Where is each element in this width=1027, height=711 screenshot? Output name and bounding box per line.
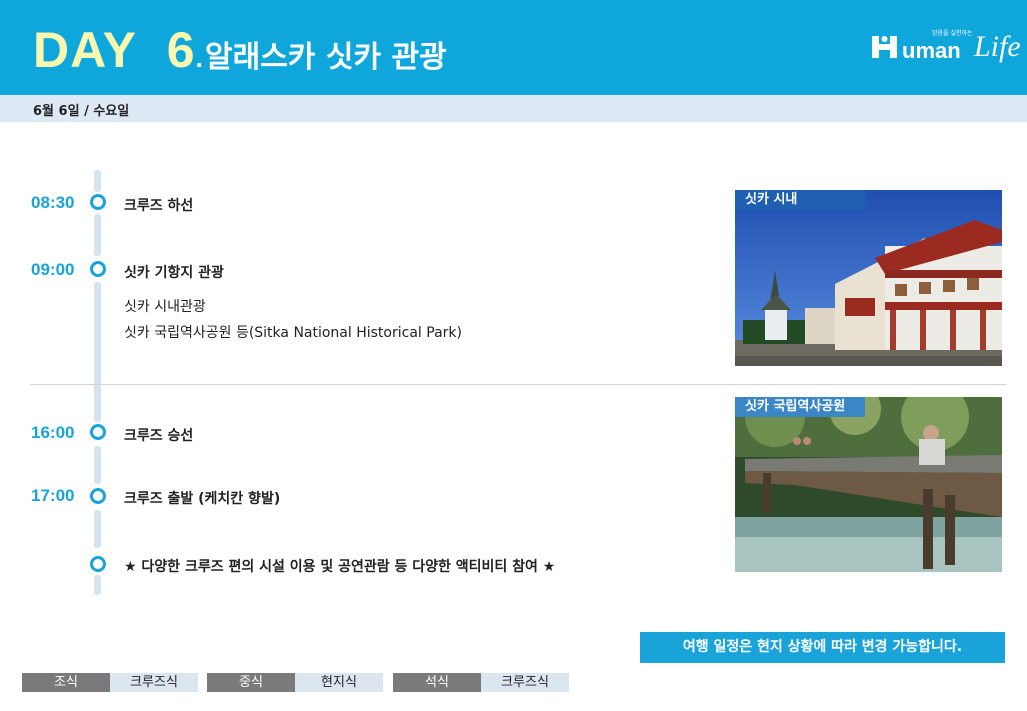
schedule-event: 크루즈 출발 (케치칸 향발): [124, 491, 281, 507]
meal-label-lunch: 중식: [207, 673, 295, 692]
timeline-dot-icon: [90, 194, 106, 210]
date-text: 6월 6일 / 수요일: [33, 104, 130, 119]
timeline-dot-icon: [90, 424, 106, 440]
town-photo-icon: [735, 190, 1002, 366]
logo-tagline: 믿음을 실천하는: [932, 30, 973, 37]
photo-sitka-town: 싯카 시내: [735, 190, 1002, 366]
schedule-event: 싯카 기항지 관광: [124, 265, 224, 281]
schedule-time: 17:00: [31, 486, 75, 505]
meal-label-breakfast: 조식: [22, 673, 110, 692]
section-divider: [30, 384, 1006, 385]
page-title: 알래스카 싯카 관광: [205, 40, 447, 75]
schedule-event: 크루즈 승선: [124, 428, 194, 444]
notice-banner: 여행 일정은 현지 상황에 따라 변경 가능합니다.: [640, 632, 1005, 663]
timeline-rail-segment: [94, 214, 101, 256]
logo-h-icon: [872, 36, 897, 58]
schedule-detail: 싯카 국립역사공원 등(Sitka National Historical Pa…: [124, 325, 462, 341]
timeline-rail-segment: [94, 282, 101, 422]
meal-value-dinner: 크루즈식: [481, 673, 569, 692]
photo-label: 싯카 시내: [735, 190, 865, 210]
human-life-logo: 믿음을 실천하는 uman Life: [870, 28, 1021, 72]
schedule-time: 16:00: [31, 423, 75, 442]
timeline-dot-icon: [90, 261, 106, 277]
timeline-rail-segment: [94, 446, 101, 484]
schedule-event: 크루즈 하선: [124, 198, 194, 214]
timeline-rail-segment: [94, 575, 101, 595]
day-number: 6: [166, 22, 196, 78]
logo-text: uman: [902, 38, 961, 63]
photo-sitka-park: 싯카 국립역사공원: [735, 397, 1002, 572]
meal-label-dinner: 석식: [393, 673, 481, 692]
schedule-detail: 싯카 시내관광: [124, 299, 206, 315]
meal-value-breakfast: 크루즈식: [110, 673, 198, 692]
date-bar: 6월 6일 / 수요일: [0, 95, 1027, 122]
day-heading: DAY 6.: [33, 22, 204, 86]
timeline-dot-icon: [90, 488, 106, 504]
schedule-time: 08:30: [31, 193, 75, 212]
day-word: DAY: [33, 22, 137, 78]
timeline-dot-icon: [90, 556, 106, 572]
timeline-rail-segment: [94, 170, 101, 192]
schedule-time: 09:00: [31, 260, 75, 279]
header-banner: DAY 6. 알래스카 싯카 관광 믿음을 실천하는 uman Life: [0, 0, 1027, 95]
meal-value-lunch: 현지식: [295, 673, 383, 692]
park-bridge-photo-icon: [735, 397, 1002, 572]
timeline-rail-segment: [94, 510, 101, 548]
day-dot: .: [195, 43, 204, 73]
photo-label: 싯카 국립역사공원: [735, 397, 865, 417]
logo-script: Life: [974, 30, 1021, 63]
schedule-highlight: ★ 다양한 크루즈 편의 시설 이용 및 공연관람 등 다양한 액티비티 참여 …: [124, 559, 556, 575]
